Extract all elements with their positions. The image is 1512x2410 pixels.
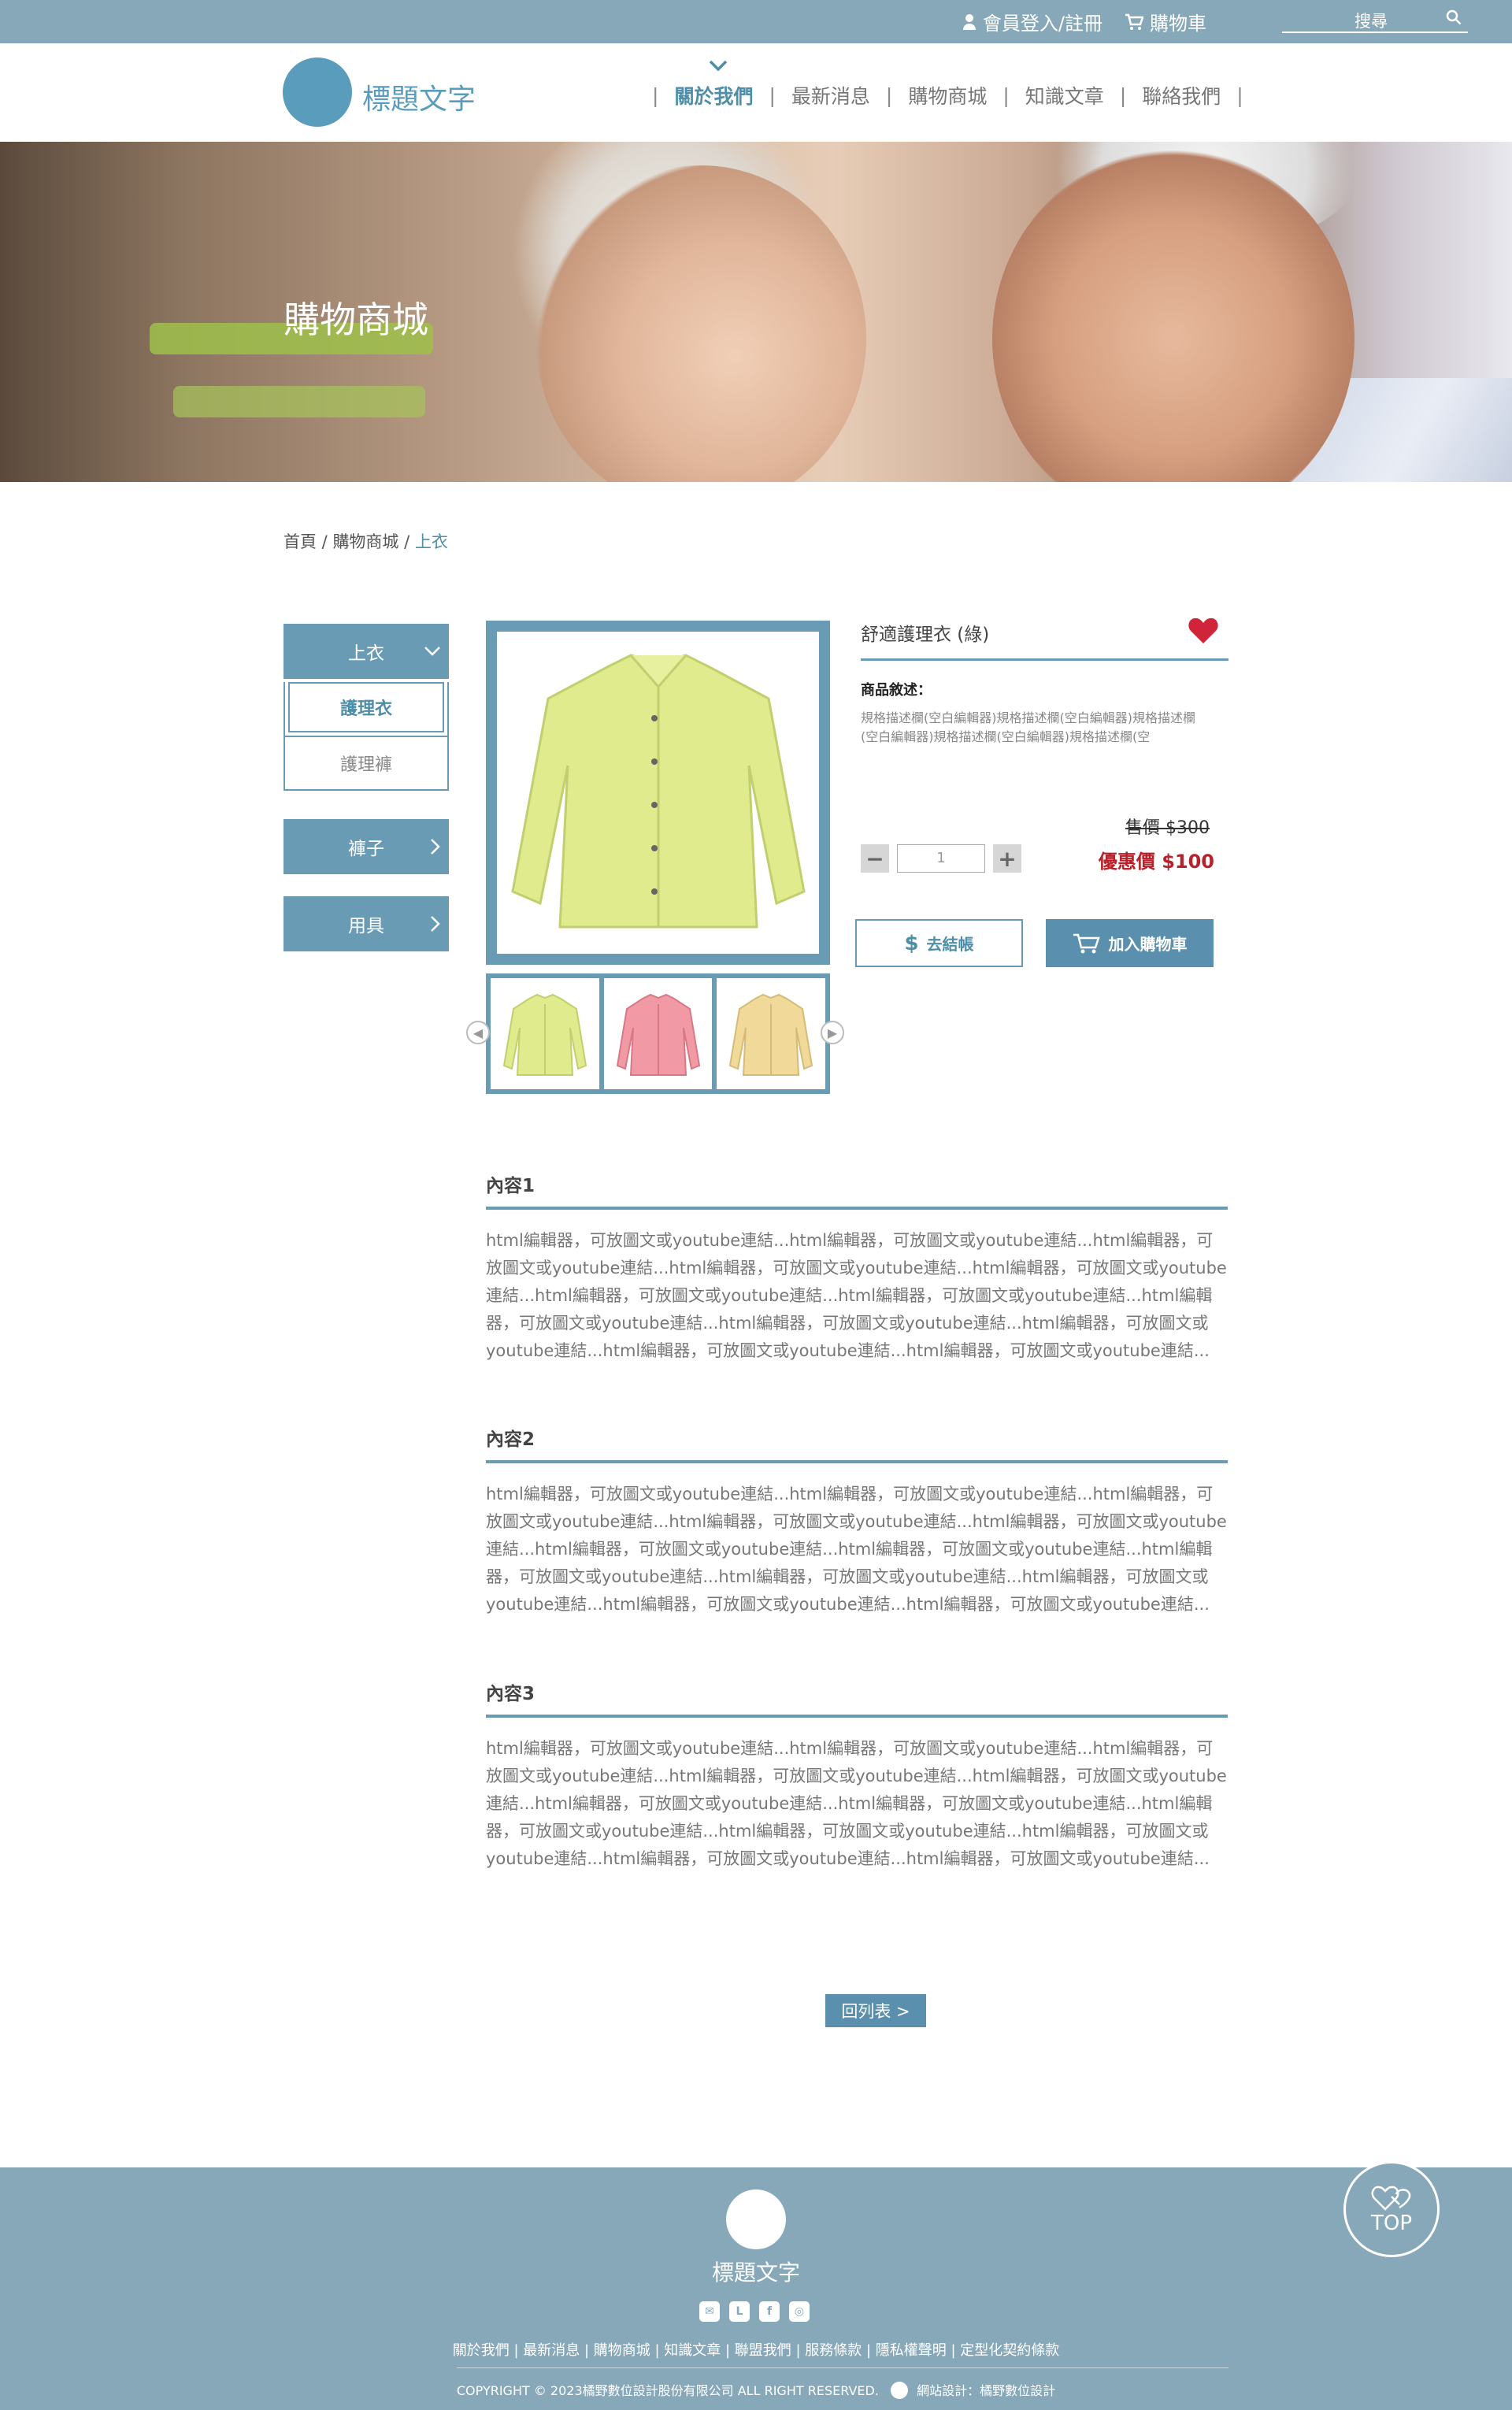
product-main-image[interactable] (486, 621, 830, 965)
main-nav: | 關於我們 | 最新消息 | 購物商城 | 知識文章 | 聯絡我們 | (636, 60, 1259, 109)
sidebar-cat-pants[interactable]: 褲子 (284, 819, 449, 874)
thumbnail-green[interactable] (491, 978, 599, 1089)
utility-links: 會員登入/註冊 購物車 (962, 0, 1206, 43)
thumbnail-yellow[interactable] (717, 978, 826, 1089)
hero-banner: 購物商城 (0, 142, 1512, 482)
category-sidebar: 上衣 護理衣 護理褲 褲子 用具 (284, 624, 449, 951)
email-icon[interactable]: ✉ (699, 2301, 720, 2322)
cart-icon (1073, 933, 1100, 953)
sidebar-sub-nursing-pants[interactable]: 護理褲 (285, 736, 447, 789)
footer-divider (457, 2367, 1228, 2368)
site-footer: 標題文字 ✉ L f ◎ 關於我們 | 最新消息 | 購物商城 | 知識文章 |… (0, 2167, 1512, 2410)
heart-icon[interactable] (1188, 617, 1219, 645)
site-header: 標題文字 | 關於我們 | 最新消息 | 購物商城 | 知識文章 | 聯絡我們 … (0, 43, 1512, 142)
add-to-cart-button[interactable]: 加入購物車 (1046, 919, 1214, 967)
footer-copyright: COPYRIGHT © 2023橘野數位設計股份有限公司 ALL RIGHT R… (456, 2382, 1056, 2399)
nav-item-shop[interactable]: 購物商城 (908, 81, 987, 109)
search-input[interactable]: 搜尋 (1282, 8, 1468, 33)
logo-circle[interactable] (283, 57, 352, 127)
breadcrumb: 首頁 / 購物商城 / 上衣 (284, 532, 448, 551)
nav-item-news[interactable]: 最新消息 (791, 81, 870, 109)
chevron-right-icon (431, 839, 440, 855)
sidebar-sub-nursing-top[interactable]: 護理衣 (288, 682, 444, 732)
user-icon (962, 13, 976, 30)
designer-credit[interactable]: 網站設計：橘野數位設計 (917, 2383, 1055, 2398)
quantity-stepper: − 1 + (861, 844, 1021, 873)
thumb-prev-arrow-icon[interactable]: ◀ (466, 1021, 490, 1044)
facebook-icon[interactable]: f (759, 2301, 780, 2322)
chevron-right-icon (431, 916, 440, 932)
top-utility-bar: 會員登入/註冊 購物車 搜尋 (0, 0, 1512, 43)
nav-item-contact[interactable]: 聯絡我們 (1142, 81, 1221, 109)
shirt-green-image (511, 654, 806, 929)
thumb-next-arrow-icon[interactable]: ▶ (821, 1021, 844, 1044)
section-title: 內容2 (486, 1424, 1228, 1463)
instagram-icon[interactable]: ◎ (789, 2301, 810, 2322)
chevron-down-icon (424, 647, 440, 656)
section-title: 內容1 (486, 1170, 1228, 1210)
description-text: 規格描述欄(空白編輯器)規格描述欄(空白編輯器)規格描述欄(空白編輯器)規格描述… (861, 710, 1195, 744)
footer-logo-circle[interactable] (726, 2189, 786, 2249)
member-login-link[interactable]: 會員登入/註冊 (962, 8, 1102, 35)
hero-title: 購物商城 (284, 298, 428, 341)
content-section-3: 內容3 html編輯器，可放圖文或youtube連結...html編輯器，可放圖… (486, 1678, 1228, 1873)
nav-item-articles[interactable]: 知識文章 (1025, 81, 1104, 109)
content-section-1: 內容1 html編輯器，可放圖文或youtube連結...html編輯器，可放圖… (486, 1170, 1228, 1365)
section-title: 內容3 (486, 1678, 1228, 1718)
product-name: 舒適護理衣 (綠) (861, 625, 990, 645)
checkout-button[interactable]: $ 去結帳 (855, 919, 1023, 967)
section-body: html編輯器，可放圖文或youtube連結...html編輯器，可放圖文或yo… (486, 1739, 1227, 1868)
social-icons: ✉ L f ◎ (699, 2301, 810, 2322)
original-price: 售價 $300 (1125, 818, 1210, 838)
designer-logo-icon (891, 2382, 909, 2399)
product-thumbnails (486, 973, 830, 1094)
quantity-input[interactable]: 1 (897, 844, 985, 873)
minus-icon[interactable]: − (861, 844, 889, 873)
content-section-2: 內容2 html編輯器，可放圖文或youtube連結...html編輯器，可放圖… (486, 1424, 1228, 1618)
back-to-list-button[interactable]: 回列表 > (825, 1994, 926, 2027)
cart-icon (1125, 13, 1143, 30)
footer-links[interactable]: 關於我們 | 最新消息 | 購物商城 | 知識文章 | 聯盟我們 | 服務條款 … (0, 2339, 1512, 2360)
section-body: html編輯器，可放圖文或youtube連結...html編輯器，可放圖文或yo… (486, 1231, 1227, 1360)
cart-link[interactable]: 購物車 (1125, 8, 1206, 35)
sidebar-cat-supplies[interactable]: 用具 (284, 896, 449, 951)
product-title-divider (861, 658, 1228, 661)
dollar-icon: $ (904, 931, 919, 955)
thumbnail-pink[interactable] (603, 978, 713, 1089)
hearts-icon (1371, 2186, 1411, 2211)
nav-item-about[interactable]: 關於我們 (674, 60, 753, 109)
line-icon[interactable]: L (729, 2301, 750, 2322)
footer-title: 標題文字 (711, 2260, 800, 2286)
description-title: 商品敘述： (861, 682, 932, 699)
back-to-top-button[interactable]: TOP (1343, 2161, 1440, 2257)
breadcrumb-shop[interactable]: 購物商城 (332, 532, 398, 551)
breadcrumb-current: 上衣 (414, 532, 448, 551)
section-body: html編輯器，可放圖文或youtube連結...html編輯器，可放圖文或yo… (486, 1485, 1227, 1614)
sidebar-cat-tops[interactable]: 上衣 (284, 624, 449, 679)
breadcrumb-home[interactable]: 首頁 (284, 532, 317, 551)
search-icon[interactable] (1444, 8, 1463, 27)
chevron-down-icon (710, 60, 728, 72)
plus-icon[interactable]: + (993, 844, 1021, 873)
logo-text[interactable]: 標題文字 (362, 76, 476, 117)
sale-price: 優惠價 $100 (1098, 851, 1214, 873)
